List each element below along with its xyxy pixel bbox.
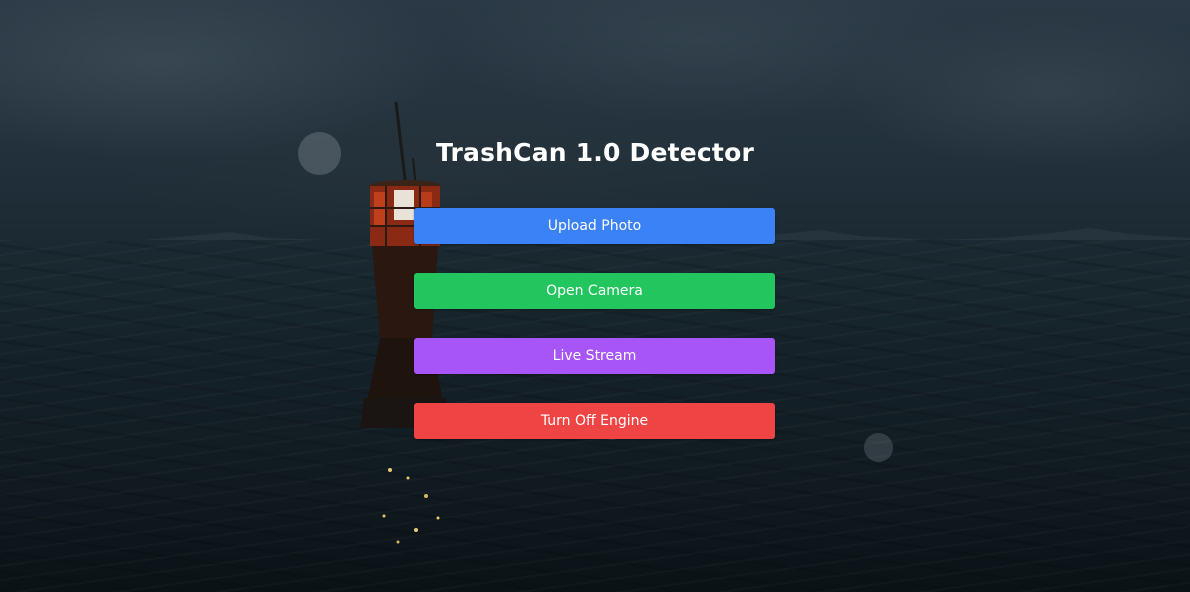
upload-photo-button[interactable]: Upload Photo	[414, 208, 775, 244]
open-camera-button[interactable]: Open Camera	[414, 273, 775, 309]
live-stream-button[interactable]: Live Stream	[414, 338, 775, 374]
page-title: TrashCan 1.0 Detector	[436, 138, 754, 167]
turn-off-engine-button[interactable]: Turn Off Engine	[414, 403, 775, 439]
main-panel: TrashCan 1.0 Detector Upload Photo Open …	[0, 0, 1190, 592]
